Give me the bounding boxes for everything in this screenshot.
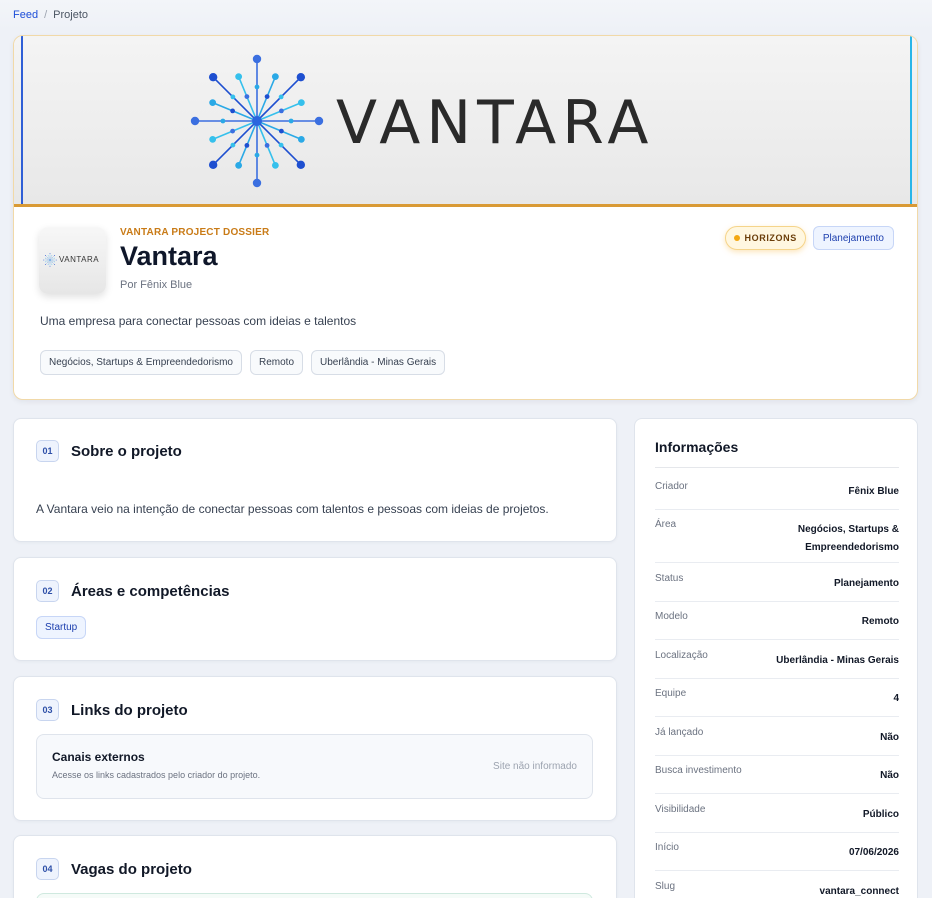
project-banner: VANTARA bbox=[14, 36, 917, 207]
section-title: Links do projeto bbox=[71, 701, 188, 719]
breadcrumb-separator: / bbox=[44, 9, 48, 21]
info-row-area: Área Negócios, Startups & Empreendedoris… bbox=[655, 519, 899, 563]
info-row-status: Status Planejamento bbox=[655, 573, 899, 602]
vantara-mini-logo-icon bbox=[43, 253, 57, 267]
info-value: Público bbox=[862, 809, 899, 820]
skills-header: 02 Áreas e competências bbox=[36, 580, 229, 602]
tag-chip: Remoto bbox=[249, 350, 303, 375]
links-box-subtitle: Acesse os links cadastrados pelo criador… bbox=[52, 770, 261, 780]
info-row-model: Modelo Remoto bbox=[655, 611, 899, 640]
project-tags: Negócios, Startups & Empreendedorismo Re… bbox=[40, 350, 446, 375]
section-title: Sobre o projeto bbox=[71, 442, 182, 460]
info-value: Não bbox=[880, 732, 899, 743]
jobs-section: 04 Vagas do projeto bbox=[13, 835, 617, 898]
external-links-box: Canais externos Acesse os links cadastra… bbox=[36, 734, 593, 799]
section-number: 01 bbox=[36, 440, 59, 462]
skill-chip: Startup bbox=[36, 616, 87, 639]
section-number: 04 bbox=[36, 858, 59, 880]
program-badge: HORIZONS bbox=[724, 226, 806, 250]
top-strip bbox=[0, 0, 932, 30]
info-label: Equipe bbox=[655, 688, 687, 699]
links-section: 03 Links do projeto Canais externos Aces… bbox=[13, 676, 617, 821]
skills-section: 02 Áreas e competências Startup bbox=[13, 557, 617, 661]
jobs-list-container bbox=[36, 893, 593, 898]
info-row-location: Localização Uberlândia - Minas Gerais bbox=[655, 650, 899, 679]
site-empty-text: Site não informado bbox=[493, 761, 577, 772]
banner-left-accent bbox=[21, 36, 23, 204]
about-text: A Vantara veio na intenção de conectar p… bbox=[36, 502, 549, 516]
info-value: Remoto bbox=[861, 616, 899, 627]
info-label: Slug bbox=[655, 881, 676, 892]
banner-wordmark: VANTARA bbox=[336, 88, 655, 158]
project-tagline: Uma empresa para conectar pessoas com id… bbox=[40, 314, 357, 328]
badge-dot-icon bbox=[733, 235, 740, 241]
info-row-team: Equipe 4 bbox=[655, 688, 899, 717]
info-value: Fênix Blue bbox=[848, 486, 899, 497]
banner-right-accent bbox=[910, 36, 912, 204]
info-label: Localização bbox=[655, 650, 708, 661]
info-label: Status bbox=[655, 573, 684, 584]
info-value: 4 bbox=[893, 693, 899, 704]
info-row-launched: Já lançado Não bbox=[655, 727, 899, 756]
tag-chip: Negócios, Startups & Empreendedorismo bbox=[40, 350, 242, 375]
breadcrumb-current: Projeto bbox=[53, 9, 88, 21]
status-badge: Planejamento bbox=[812, 226, 894, 250]
info-label: Criador bbox=[655, 481, 688, 492]
info-label: Busca investimento bbox=[655, 765, 742, 776]
hero-body: VANTARA VANTARA PROJECT DOSSIER Vantara … bbox=[14, 207, 917, 399]
info-label: Modelo bbox=[655, 611, 688, 622]
project-byline: Por Fênix Blue bbox=[120, 279, 193, 291]
tag-chip: Uberlândia - Minas Gerais bbox=[311, 350, 446, 375]
info-label: Visibilidade bbox=[655, 804, 706, 815]
info-row-visibility: Visibilidade Público bbox=[655, 804, 899, 833]
vantara-burst-logo-icon bbox=[190, 54, 324, 188]
links-header: 03 Links do projeto bbox=[36, 699, 188, 721]
info-label: Área bbox=[655, 519, 677, 530]
info-row-investment: Busca investimento Não bbox=[655, 765, 899, 794]
project-avatar: VANTARA bbox=[39, 227, 106, 294]
info-label: Início bbox=[655, 842, 679, 853]
info-title: Informações bbox=[655, 439, 739, 455]
breadcrumb: Feed / Projeto bbox=[13, 9, 88, 21]
info-divider bbox=[655, 467, 899, 468]
section-title: Áreas e competências bbox=[71, 582, 230, 600]
info-row-creator: Criador Fênix Blue bbox=[655, 481, 899, 510]
project-title: Vantara bbox=[120, 241, 218, 271]
info-value: Uberlândia - Minas Gerais bbox=[776, 655, 899, 666]
avatar-wordmark: VANTARA bbox=[59, 255, 100, 264]
jobs-header: 04 Vagas do projeto bbox=[36, 858, 192, 880]
section-number: 02 bbox=[36, 580, 59, 602]
info-value: 07/06/2026 bbox=[848, 847, 899, 858]
info-value: Não bbox=[880, 770, 899, 781]
about-header: 01 Sobre o projeto bbox=[36, 440, 182, 462]
section-title: Vagas do projeto bbox=[71, 860, 192, 878]
section-number: 03 bbox=[36, 699, 59, 721]
info-value: Planejamento bbox=[833, 578, 899, 589]
project-hero-card: VANTARA VANTARA VANTARA PROJECT DOSSIER … bbox=[13, 35, 918, 400]
info-value: Negócios, Startups & Empreendedorismo bbox=[797, 524, 899, 553]
breadcrumb-feed-link[interactable]: Feed bbox=[13, 9, 38, 21]
program-badge-label: HORIZONS bbox=[744, 233, 797, 243]
info-panel: Informações Criador Fênix Blue Área Negó… bbox=[634, 418, 918, 898]
info-row-start: Início 07/06/2026 bbox=[655, 842, 899, 871]
dossier-eyebrow: VANTARA PROJECT DOSSIER bbox=[120, 227, 270, 238]
about-section: 01 Sobre o projeto A Vantara veio na int… bbox=[13, 418, 617, 542]
project-badges: HORIZONS Planejamento bbox=[724, 226, 894, 250]
info-value: vantara_connect bbox=[819, 886, 899, 897]
links-box-title: Canais externos bbox=[52, 750, 145, 764]
info-row-slug: Slug vantara_connect bbox=[655, 881, 899, 898]
info-label: Já lançado bbox=[655, 727, 704, 738]
